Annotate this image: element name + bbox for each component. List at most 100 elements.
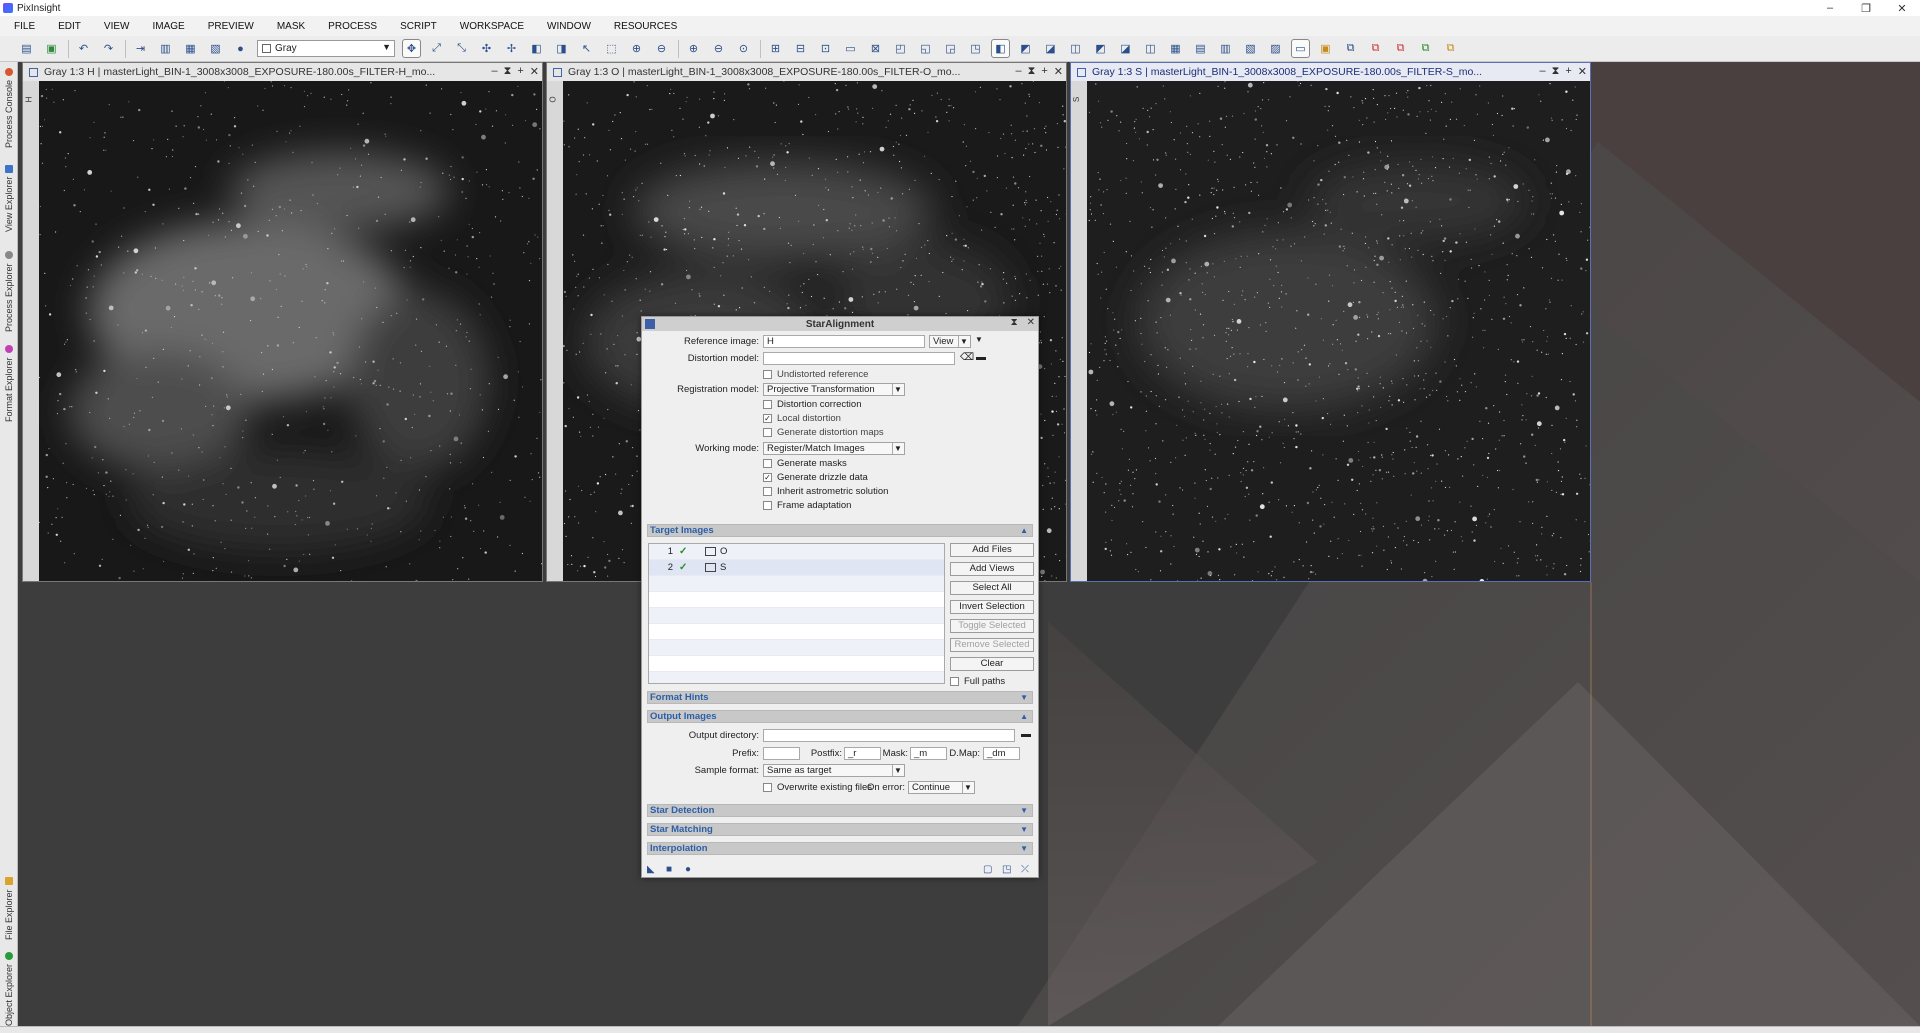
menu-file[interactable]: FILE: [14, 21, 35, 32]
on-error-select[interactable]: Continue ▼: [908, 781, 975, 794]
invert-selection-button[interactable]: Invert Selection: [950, 600, 1034, 614]
overwrite-checkbox[interactable]: Overwrite existing files: [763, 782, 872, 793]
image-window-titlebar[interactable]: Gray 1:3 S | masterLight_BIN-1_3008x3008…: [1071, 63, 1590, 81]
transparency-icon[interactable]: ▤: [1192, 40, 1209, 57]
zoom-in-icon[interactable]: ⊕: [628, 40, 645, 57]
stats-icon[interactable]: ▧: [1242, 40, 1259, 57]
section-format-hints[interactable]: Format Hints ▼: [647, 691, 1033, 704]
menu-view[interactable]: VIEW: [104, 21, 130, 32]
list-item[interactable]: 2 ✓ S: [649, 560, 944, 576]
close-icon[interactable]: ✕: [1578, 65, 1587, 78]
curves-icon[interactable]: ▨: [1267, 40, 1284, 57]
image-window-h[interactable]: Gray 1:3 H | masterLight_BIN-1_3008x3008…: [22, 62, 543, 582]
prefix-input[interactable]: [763, 747, 800, 760]
display-mode-icon[interactable]: ▦: [1167, 40, 1184, 57]
cascade-icon[interactable]: ⊟: [792, 40, 809, 57]
postfix-input[interactable]: _r: [844, 747, 881, 760]
distortion-correction-checkbox[interactable]: Distortion correction: [763, 399, 861, 410]
zoom-zone-icon[interactable]: ⊙: [735, 40, 752, 57]
zoom-1-1-icon[interactable]: ⊕: [685, 40, 702, 57]
menu-resources[interactable]: RESOURCES: [614, 21, 677, 32]
list-item[interactable]: 1 ✓ O: [649, 544, 944, 560]
monitor-gear-icon[interactable]: ⧉: [1442, 40, 1459, 57]
output-directory-input[interactable]: [763, 729, 1015, 742]
channel-rgb-icon[interactable]: ◩: [1092, 40, 1109, 57]
channel-r-icon[interactable]: ◩: [1017, 40, 1034, 57]
crop-icon[interactable]: ◧: [528, 40, 545, 57]
fit-window-icon[interactable]: ⊠: [867, 40, 884, 57]
shade-icon[interactable]: ⧗: [1011, 317, 1018, 328]
folder-icon[interactable]: ▬: [976, 352, 986, 363]
export-icon[interactable]: ▧: [207, 40, 224, 57]
image-canvas[interactable]: [39, 81, 542, 581]
channel-l-icon[interactable]: ◪: [1117, 40, 1134, 57]
browse-docs-icon[interactable]: ▢: [983, 864, 992, 875]
dmap-input[interactable]: _dm: [983, 747, 1020, 760]
close-icon[interactable]: ✕: [1027, 317, 1035, 328]
monitor-icon[interactable]: ⧉: [1342, 40, 1359, 57]
clear-button[interactable]: Clear: [950, 657, 1034, 671]
tab-object-explorer[interactable]: Object Explorer: [2, 942, 16, 1026]
remove-selected-button[interactable]: Remove Selected: [950, 638, 1034, 652]
reference-menu-icon[interactable]: ▼: [975, 335, 983, 344]
dialog-titlebar[interactable]: StarAlignment ⧗ ✕: [642, 317, 1038, 331]
channel-a-icon[interactable]: ◫: [1142, 40, 1159, 57]
tab-file-explorer[interactable]: File Explorer: [2, 860, 16, 940]
monitor-red2-icon[interactable]: ⧉: [1392, 40, 1409, 57]
mask-invert-icon[interactable]: ◱: [917, 40, 934, 57]
working-mode-select[interactable]: Register/Match Images ▼: [763, 442, 905, 455]
undo-icon[interactable]: ↶: [75, 40, 92, 57]
image-view-icon[interactable]: ▣: [1317, 40, 1334, 57]
save-icon[interactable]: ▥: [157, 40, 174, 57]
shade-icon[interactable]: ⧗: [1552, 65, 1560, 78]
clear-icon[interactable]: ⌫: [960, 352, 974, 363]
minimize-icon[interactable]: –: [1015, 65, 1021, 78]
pan-mode-icon[interactable]: ✣: [478, 40, 495, 57]
undistorted-reference-checkbox[interactable]: Undistorted reference: [763, 369, 868, 380]
window-layout-icon[interactable]: ▭: [842, 40, 859, 57]
sample-format-select[interactable]: Same as target ▼: [763, 764, 905, 777]
maximize-button[interactable]: ❐: [1848, 0, 1884, 16]
open-image-icon[interactable]: ▣: [43, 40, 60, 57]
monitor-green-icon[interactable]: ⧉: [1417, 40, 1434, 57]
inherit-astrometric-checkbox[interactable]: Inherit astrometric solution: [763, 486, 888, 497]
section-target-images[interactable]: Target Images ▲: [647, 524, 1033, 537]
zoom-out-icon[interactable]: ⊖: [653, 40, 670, 57]
colorspace-select[interactable]: Gray ▼: [257, 40, 395, 57]
generate-drizzle-checkbox[interactable]: ✓ Generate drizzle data: [763, 472, 868, 483]
stf-link-icon[interactable]: ◧: [991, 39, 1010, 58]
zoom-fit-icon[interactable]: ⤢: [428, 40, 445, 57]
image-window-s[interactable]: Gray 1:3 S | masterLight_BIN-1_3008x3008…: [1070, 62, 1591, 582]
maximize-icon[interactable]: +: [517, 65, 523, 78]
section-star-detection[interactable]: Star Detection ▼: [647, 804, 1033, 817]
mask-enable-icon[interactable]: ◲: [942, 40, 959, 57]
view-id-strip[interactable]: O: [547, 81, 563, 581]
tab-process-console[interactable]: Process Console: [2, 62, 16, 148]
center-icon[interactable]: ✢: [503, 40, 520, 57]
mask-remove-icon[interactable]: ◳: [967, 40, 984, 57]
reference-mode-select[interactable]: View ▼: [929, 335, 971, 348]
monitor-red-icon[interactable]: ⧉: [1367, 40, 1384, 57]
menu-process[interactable]: PROCESS: [328, 21, 377, 32]
shade-icon[interactable]: ⧗: [1028, 65, 1036, 78]
tab-format-explorer[interactable]: Format Explorer: [2, 336, 16, 422]
distortion-model-input[interactable]: [763, 352, 955, 365]
minimize-icon[interactable]: –: [1539, 65, 1545, 78]
zoom-fit-width-icon[interactable]: ⤡: [453, 40, 470, 57]
apply-global-icon[interactable]: ●: [685, 864, 691, 875]
maximize-icon[interactable]: +: [1565, 65, 1571, 78]
folder-icon[interactable]: ▬: [1021, 729, 1031, 740]
minimize-icon[interactable]: –: [491, 65, 497, 78]
tab-process-explorer[interactable]: Process Explorer: [2, 240, 16, 332]
color-sphere-icon[interactable]: ●: [232, 40, 249, 57]
mask-show-icon[interactable]: ◰: [892, 40, 909, 57]
tile-icon[interactable]: ⊞: [767, 40, 784, 57]
frame-adaptation-checkbox[interactable]: Frame adaptation: [763, 500, 851, 511]
readout-mode-icon[interactable]: ✥: [402, 39, 421, 58]
add-views-button[interactable]: Add Views: [950, 562, 1034, 576]
image-canvas[interactable]: [1087, 81, 1590, 581]
menu-preview[interactable]: PREVIEW: [208, 21, 254, 32]
local-distortion-checkbox[interactable]: ✓ Local distortion: [763, 413, 841, 424]
channel-b-icon[interactable]: ◫: [1067, 40, 1084, 57]
shade-icon[interactable]: ⧗: [504, 65, 512, 78]
